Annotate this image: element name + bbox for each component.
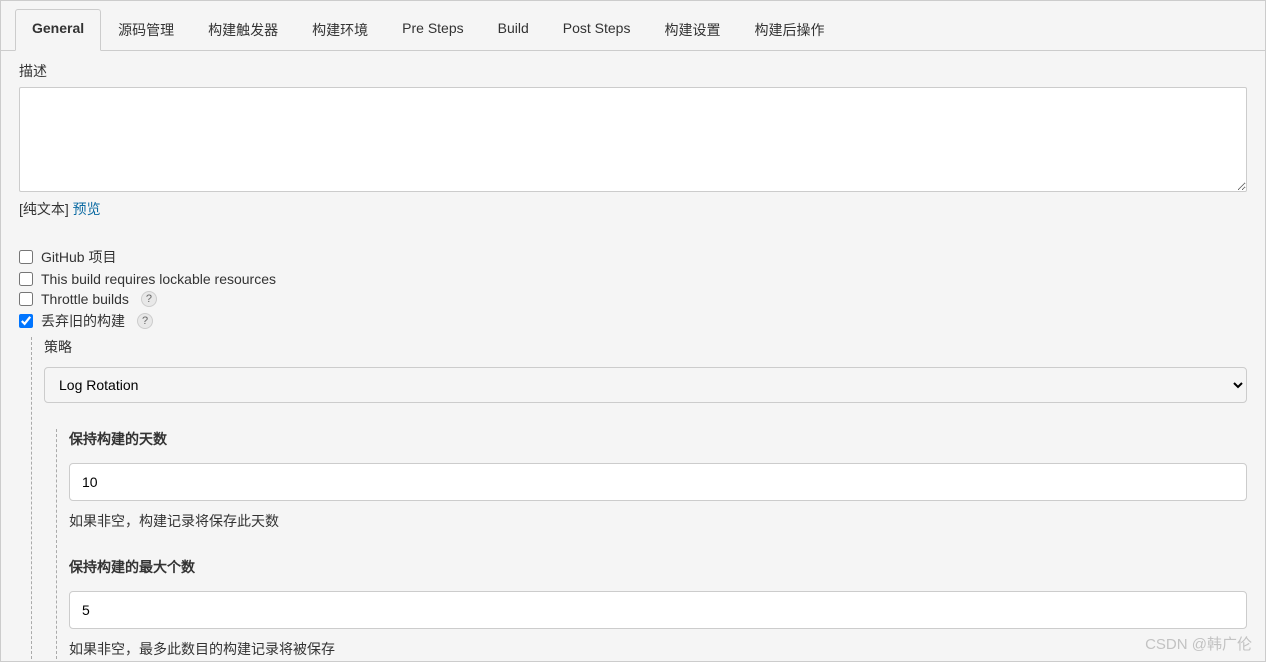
throttle-builds-checkbox[interactable]	[19, 292, 33, 306]
tab-build-environment[interactable]: 构建环境	[295, 9, 385, 50]
plain-text-label: [纯文本]	[19, 201, 73, 217]
description-textarea[interactable]	[19, 87, 1247, 192]
tab-build-settings[interactable]: 构建设置	[647, 9, 737, 50]
tab-build-triggers[interactable]: 构建触发器	[191, 9, 295, 50]
description-format-row: [纯文本] 预览	[19, 199, 1247, 219]
preview-link[interactable]: 预览	[73, 201, 101, 217]
help-icon[interactable]: ?	[141, 291, 157, 307]
max-to-keep-input[interactable]	[69, 591, 1247, 629]
days-to-keep-input[interactable]	[69, 463, 1247, 501]
lockable-resources-checkbox[interactable]	[19, 272, 33, 286]
tab-source-code[interactable]: 源码管理	[101, 9, 191, 50]
log-rotation-section: 保持构建的天数 如果非空，构建记录将保存此天数 保持构建的最大个数 如果非空，最…	[56, 429, 1247, 659]
strategy-label: 策略	[44, 337, 1247, 357]
discard-old-builds-checkbox[interactable]	[19, 314, 33, 328]
tab-general[interactable]: General	[15, 9, 101, 51]
throttle-builds-label[interactable]: Throttle builds	[41, 291, 129, 307]
github-project-checkbox[interactable]	[19, 250, 33, 264]
description-label: 描述	[19, 61, 1247, 81]
max-to-keep-title: 保持构建的最大个数	[69, 557, 1247, 577]
lockable-resources-label[interactable]: This build requires lockable resources	[41, 271, 276, 287]
tab-content-general: 描述 [纯文本] 预览 GitHub 项目 This build require…	[1, 51, 1265, 659]
tab-pre-steps[interactable]: Pre Steps	[385, 9, 480, 50]
discard-old-builds-section: 策略 Log Rotation 保持构建的天数 如果非空，构建记录将保存此天数 …	[31, 337, 1247, 659]
strategy-select[interactable]: Log Rotation	[44, 367, 1247, 403]
max-to-keep-block: 保持构建的最大个数 如果非空，最多此数目的构建记录将被保存	[69, 557, 1247, 659]
help-icon[interactable]: ?	[137, 313, 153, 329]
tab-post-steps[interactable]: Post Steps	[546, 9, 648, 50]
max-to-keep-hint: 如果非空，最多此数目的构建记录将被保存	[69, 639, 1247, 659]
checkbox-list: GitHub 项目 This build requires lockable r…	[19, 247, 1247, 331]
days-to-keep-block: 保持构建的天数 如果非空，构建记录将保存此天数	[69, 429, 1247, 531]
config-tabs: General 源码管理 构建触发器 构建环境 Pre Steps Build …	[1, 9, 1265, 51]
github-project-label[interactable]: GitHub 项目	[41, 247, 116, 267]
discard-old-builds-label[interactable]: 丢弃旧的构建	[41, 311, 125, 331]
tab-build[interactable]: Build	[481, 9, 546, 50]
tab-post-build-actions[interactable]: 构建后操作	[737, 9, 841, 50]
days-to-keep-title: 保持构建的天数	[69, 429, 1247, 449]
days-to-keep-hint: 如果非空，构建记录将保存此天数	[69, 511, 1247, 531]
